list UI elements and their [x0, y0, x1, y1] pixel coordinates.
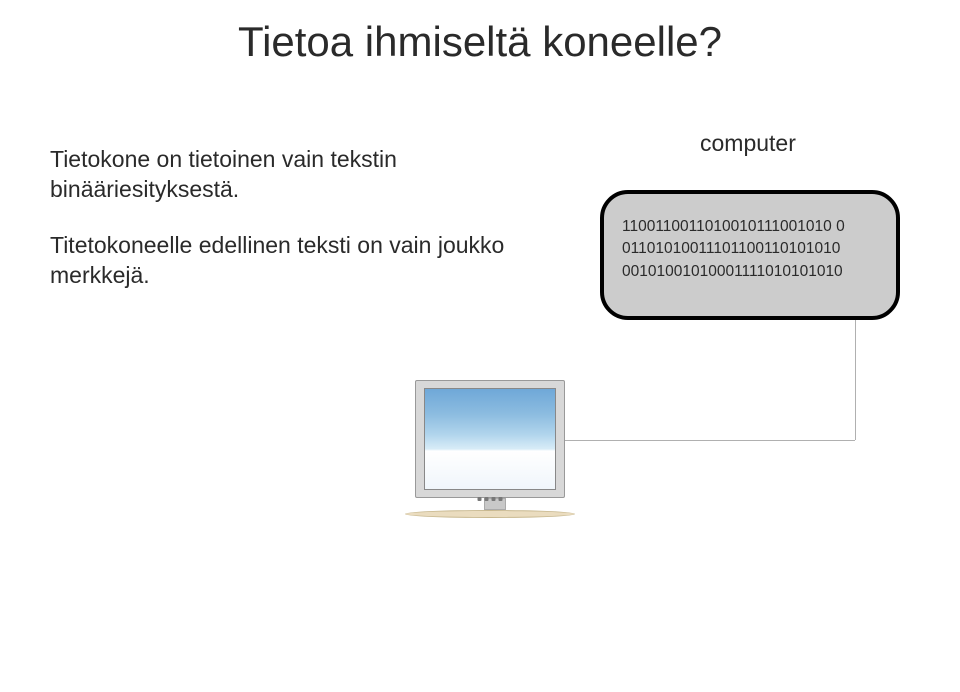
monitor-button [492, 497, 496, 501]
monitor-button [478, 497, 482, 501]
binary-line-2: 01101010011101100110101010 [622, 238, 878, 260]
connector-horizontal [565, 440, 855, 441]
monitor-stand-base [405, 510, 575, 518]
monitor-frame [415, 380, 565, 498]
monitor-buttons [478, 497, 503, 501]
binary-line-3: 00101001010001111010101010 [622, 261, 878, 283]
paragraph-2: Titetokoneelle edellinen teksti on vain … [50, 231, 510, 291]
paragraph-1: Tietokone on tietoinen vain tekstin binä… [50, 145, 510, 205]
page-title: Tietoa ihmiseltä koneelle? [0, 18, 960, 66]
computer-monitor-icon [415, 380, 575, 518]
monitor-button [485, 497, 489, 501]
body-text: Tietokone on tietoinen vain tekstin binä… [50, 145, 510, 317]
binary-line-1: 1100110011010010111001010 0 [622, 216, 878, 238]
connector-vertical [855, 320, 856, 440]
computer-label: computer [700, 130, 796, 157]
binary-text: 1100110011010010111001010 0 011010100111… [622, 216, 878, 283]
monitor-button [499, 497, 503, 501]
monitor-screen [424, 388, 556, 490]
speech-bubble: 1100110011010010111001010 0 011010100111… [600, 190, 900, 320]
